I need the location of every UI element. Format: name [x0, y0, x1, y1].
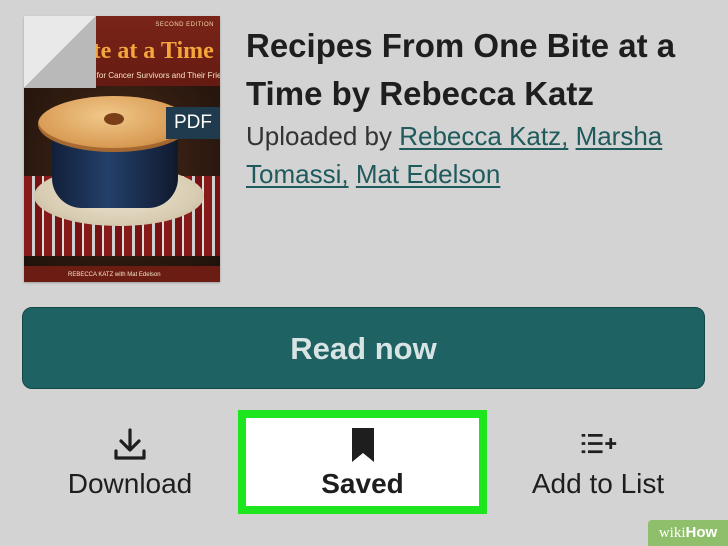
watermark-suffix: How [685, 524, 718, 541]
uploaded-by-label: Uploaded by [246, 121, 392, 151]
cover-pie-vent [104, 113, 124, 125]
add-to-list-button[interactable]: Add to List [508, 410, 688, 514]
cover-title: ite at a Time [86, 38, 214, 64]
page-fold-icon [24, 16, 96, 88]
bookmark-icon [351, 428, 374, 462]
watermark-prefix: wiki [658, 525, 686, 541]
add-to-list-icon [581, 434, 617, 454]
pdf-badge: PDF [166, 107, 220, 139]
read-now-button[interactable]: Read now [22, 307, 705, 389]
wikihow-watermark: wikiHow [648, 520, 728, 546]
download-icon [114, 428, 146, 460]
saved-button[interactable]: Saved [238, 410, 487, 514]
cover-author: REBECCA KATZ with Mat Edelson [68, 272, 161, 278]
book-cover[interactable]: SECOND EDITION ite at a Time es for Canc… [24, 16, 220, 282]
download-label: Download [67, 468, 193, 499]
book-title: Recipes From One Bite at a Time by Rebec… [246, 27, 676, 112]
uploader-link[interactable]: Mat Edelson [356, 159, 501, 189]
saved-label: Saved [321, 468, 404, 499]
add-to-list-label: Add to List [531, 468, 665, 499]
cover-subtitle: es for Cancer Survivors and Their Friend… [86, 71, 220, 80]
download-button[interactable]: Download [40, 410, 220, 514]
cover-edition: SECOND EDITION [155, 22, 214, 28]
uploaded-by: Uploaded by Rebecca Katz, Marsha Tomassi… [246, 117, 706, 193]
uploader-link[interactable]: Rebecca Katz, [399, 121, 568, 151]
